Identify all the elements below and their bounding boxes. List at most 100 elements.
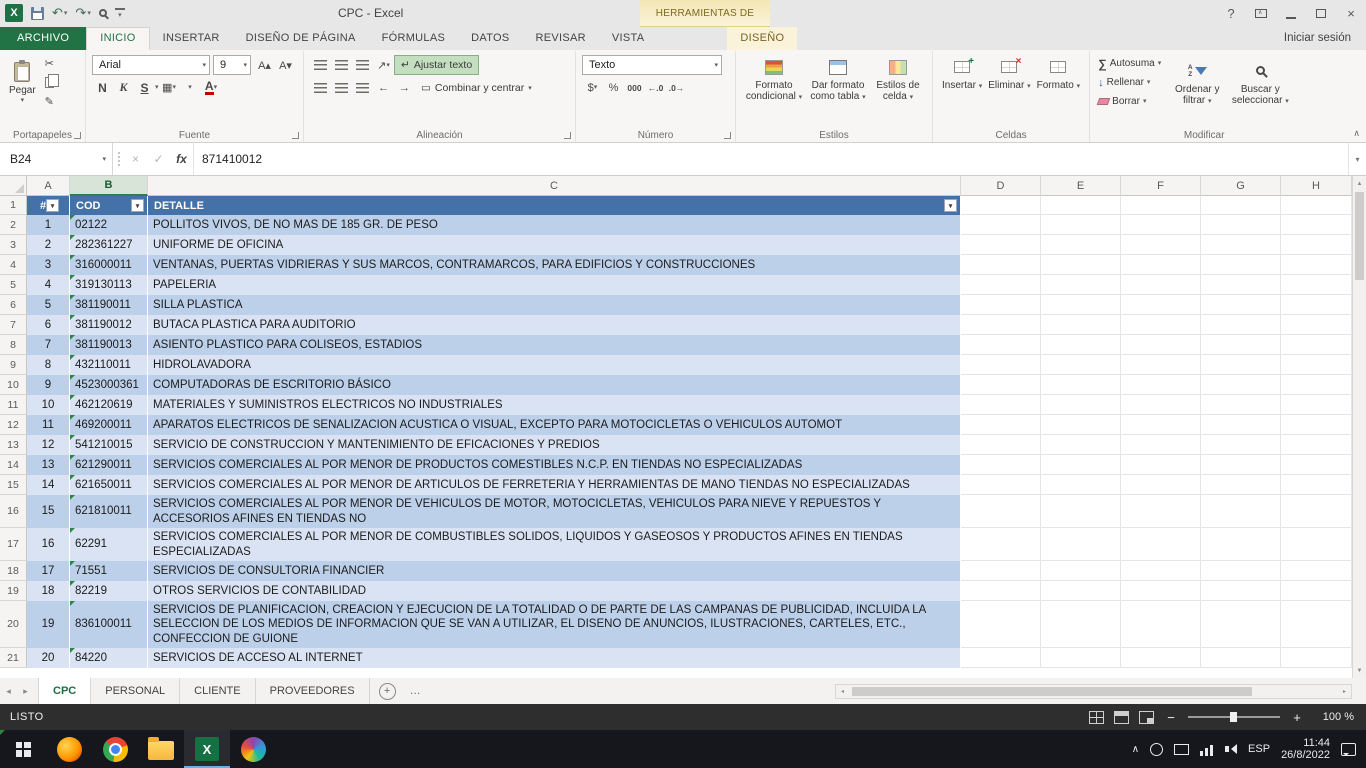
qat-customize-button[interactable]: ▾ [115,8,125,19]
cell[interactable] [1281,355,1352,375]
cell-detail[interactable]: SERVICIOS DE PLANIFICACION, CREACION Y E… [148,601,961,648]
cell[interactable] [961,601,1041,648]
cell-cod[interactable]: 319130113 [70,275,148,295]
cell[interactable] [1281,196,1352,215]
insert-function-button[interactable]: fx [170,143,193,175]
font-color-button[interactable]: A▾ [201,78,222,97]
currency-format-button[interactable]: $▾ [582,78,603,97]
vertical-scrollbar-thumb[interactable] [1355,192,1364,280]
insert-cells-button[interactable]: + Insertar ▾ [939,54,985,93]
fill-button[interactable]: ↓Rellenar▾ [1096,73,1163,92]
enter-entry-button[interactable]: ✓ [147,143,170,175]
borders-button[interactable]: ▦▾ [159,78,180,97]
cell-detail[interactable]: ASIENTO PLASTICO PARA COLISEOS, ESTADIOS [148,335,961,355]
cell[interactable] [1201,235,1281,255]
cell-detail[interactable]: UNIFORME DE OFICINA [148,235,961,255]
find-select-button[interactable]: Buscar y seleccionar ▾ [1227,58,1293,108]
grow-font-button[interactable]: A▴ [254,56,275,75]
keyboard-language[interactable]: ESP [1248,743,1270,755]
taskbar-excel-button[interactable]: X [184,730,230,768]
row-header[interactable]: 10 [0,375,27,395]
scroll-up-icon[interactable]: ▲ [1353,177,1366,190]
cell[interactable] [1041,581,1121,601]
cell[interactable] [961,435,1041,455]
cell[interactable] [1201,395,1281,415]
cell[interactable] [1201,415,1281,435]
cell[interactable] [1121,295,1201,315]
cell[interactable] [1041,335,1121,355]
row-header[interactable]: 20 [0,601,27,648]
cell[interactable] [1281,235,1352,255]
cell-cod[interactable]: 836100011 [70,601,148,648]
cell-detail[interactable]: VENTANAS, PUERTAS VIDRIERAS Y SUS MARCOS… [148,255,961,275]
cell[interactable] [961,528,1041,561]
format-as-table-button[interactable]: Dar formato como tabla ▾ [806,54,870,104]
taskbar-clock[interactable]: 11:44 26/8/2022 [1281,737,1330,762]
cancel-entry-button[interactable]: × [124,143,147,175]
cell-detail[interactable]: APARATOS ELECTRICOS DE SENALIZACION ACUS… [148,415,961,435]
cell[interactable] [1281,315,1352,335]
cell[interactable] [1121,196,1201,215]
sheet-nav-right-icon[interactable]: ▸ [17,686,34,697]
row-header[interactable]: 2 [0,215,27,235]
row-header[interactable]: 16 [0,495,27,528]
dialog-launcher[interactable] [292,132,299,139]
cell-cod[interactable]: 316000011 [70,255,148,275]
page-layout-view-button[interactable] [1114,711,1129,724]
cell[interactable] [1281,475,1352,495]
filter-button[interactable]: ▾ [131,199,144,212]
row-header[interactable]: 3 [0,235,27,255]
zoom-slider[interactable] [1188,716,1280,718]
taskbar-chrome-button[interactable] [92,730,138,768]
action-center-icon[interactable] [1341,743,1356,756]
cell-cod[interactable]: 381190011 [70,295,148,315]
cell[interactable] [1121,335,1201,355]
cell[interactable] [961,196,1041,215]
cell-num[interactable]: 3 [27,255,70,275]
cell[interactable] [1201,375,1281,395]
sheet-tab-personal[interactable]: PERSONAL [91,678,180,704]
network-signal-icon[interactable] [1200,743,1214,756]
cell[interactable] [1041,561,1121,581]
align-middle-button[interactable] [331,56,352,75]
cell[interactable] [961,315,1041,335]
cell-num[interactable]: 19 [27,601,70,648]
cell[interactable] [1201,581,1281,601]
italic-button[interactable]: K [113,78,134,97]
cell[interactable] [1121,435,1201,455]
decrease-decimal-button[interactable]: .0→ [666,78,687,97]
zoom-slider-thumb[interactable] [1230,712,1237,722]
cell[interactable] [1121,215,1201,235]
cell[interactable] [1281,601,1352,648]
cell[interactable] [1281,528,1352,561]
cell[interactable] [1281,561,1352,581]
cell[interactable] [1201,275,1281,295]
cell-num[interactable]: 15 [27,495,70,528]
cell[interactable] [1041,355,1121,375]
delete-cells-button[interactable]: × Eliminar ▾ [985,54,1033,93]
clear-button[interactable]: Borrar▾ [1096,92,1163,111]
row-header[interactable]: 7 [0,315,27,335]
cell-num[interactable]: 13 [27,455,70,475]
merge-center-button[interactable]: ▭ Combinar y centrar ▾ [415,78,538,98]
cell[interactable] [1281,648,1352,668]
cell[interactable] [1041,528,1121,561]
cell[interactable] [1041,196,1121,215]
cell[interactable] [1201,528,1281,561]
cell[interactable] [1121,315,1201,335]
cell-cod[interactable]: 381190012 [70,315,148,335]
cell[interactable] [1121,475,1201,495]
cell[interactable] [1041,215,1121,235]
cell[interactable] [961,235,1041,255]
cell[interactable] [961,215,1041,235]
row-header[interactable]: 1 [0,196,27,215]
row-header[interactable]: 18 [0,561,27,581]
cell-cod[interactable]: 02122 [70,215,148,235]
column-header-D[interactable]: D [961,176,1041,196]
column-header-B[interactable]: B [70,176,148,196]
ribbon-tab[interactable]: REVISAR [523,27,599,50]
cell[interactable] [1281,581,1352,601]
cell[interactable] [1281,435,1352,455]
cell[interactable] [1121,495,1201,528]
cell[interactable] [961,648,1041,668]
